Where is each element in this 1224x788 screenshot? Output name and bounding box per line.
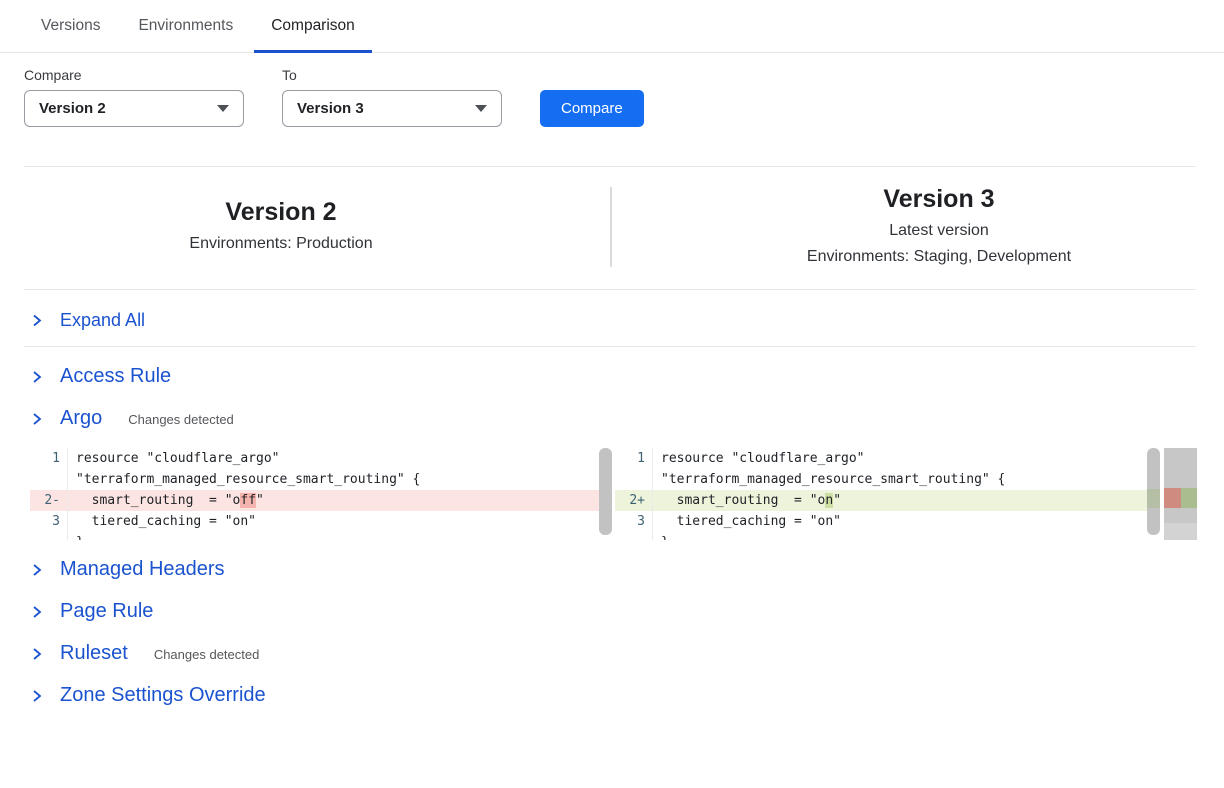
section-label: Ruleset	[60, 641, 128, 666]
chevron-right-icon	[30, 370, 43, 384]
compare-form: Compare Version 2 To Version 3 Compare	[24, 67, 1224, 127]
compare-to-field: To Version 3	[282, 67, 502, 127]
ruler-removed-marker	[1164, 488, 1181, 508]
section-label: Argo	[60, 406, 102, 431]
section-badge: Changes detected	[154, 647, 260, 662]
compare-label: Compare	[24, 67, 244, 83]
compare-from-value: Version 2	[39, 100, 106, 117]
version-right-header: Version 3 Latest version Environments: S…	[612, 184, 1196, 270]
section-managed-headers[interactable]: Managed Headers	[30, 557, 1224, 582]
diff-line-wrap: "terraform_managed_resource_smart_routin…	[615, 469, 1160, 490]
diff-overview-ruler[interactable]	[1164, 448, 1197, 540]
section-badge: Changes detected	[128, 412, 234, 427]
line-number	[30, 532, 68, 540]
right-scrollbar[interactable]	[1147, 448, 1160, 535]
right-version-latest-label: Latest version	[682, 218, 1196, 244]
chevron-right-icon	[30, 412, 43, 426]
line-number: 3	[30, 511, 68, 532]
right-version-environments: Environments: Staging, Development	[682, 244, 1196, 270]
chevron-right-icon	[30, 647, 43, 661]
version-header-row: Version 2 Environments: Production Versi…	[0, 167, 1224, 289]
diff-line: 3 tiered_caching = "on"	[615, 511, 1160, 532]
line-number	[615, 469, 653, 490]
left-scrollbar[interactable]	[599, 448, 612, 535]
tab-versions[interactable]: Versions	[41, 0, 100, 52]
chevron-right-icon	[30, 314, 43, 327]
section-ruleset[interactable]: Ruleset Changes detected	[30, 641, 1224, 666]
diff-line: 1 resource "cloudflare_argo"	[30, 448, 612, 469]
diff-line: 3 tiered_caching = "on"	[30, 511, 612, 532]
line-number: 1	[30, 448, 68, 469]
compare-from-field: Compare Version 2	[24, 67, 244, 127]
expand-all-label: Expand All	[60, 310, 145, 331]
section-label: Managed Headers	[60, 557, 225, 582]
line-number: 2-	[30, 490, 68, 511]
divider	[24, 346, 1196, 347]
divider	[24, 289, 1196, 290]
diff-line-removed: 2- smart_routing = "off"	[30, 490, 612, 511]
right-version-title: Version 3	[682, 184, 1196, 214]
removed-char-highlight: ff	[240, 493, 256, 508]
section-page-rule[interactable]: Page Rule	[30, 599, 1224, 624]
line-number: 2+	[615, 490, 653, 511]
tab-comparison[interactable]: Comparison	[271, 0, 355, 52]
diff-line-wrap: "terraform_managed_resource_smart_routin…	[30, 469, 612, 490]
section-zone-settings-override[interactable]: Zone Settings Override	[30, 683, 1224, 708]
line-number	[615, 532, 653, 540]
code-text: "terraform_managed_resource_smart_routin…	[68, 469, 612, 490]
compare-button[interactable]: Compare	[540, 90, 644, 127]
chevron-down-icon	[217, 105, 229, 112]
section-argo[interactable]: Argo Changes detected	[30, 406, 1224, 431]
chevron-right-icon	[30, 605, 43, 619]
code-text: tiered_caching = "on"	[68, 511, 612, 532]
ruler-bottom-segment	[1164, 523, 1197, 540]
tab-environments[interactable]: Environments	[138, 0, 233, 52]
diff-line: 1 resource "cloudflare_argo"	[615, 448, 1160, 469]
argo-diff: 1 resource "cloudflare_argo" "terraform_…	[30, 448, 1197, 540]
ruler-added-marker	[1181, 488, 1198, 508]
section-label: Access Rule	[60, 364, 171, 389]
chevron-down-icon	[475, 105, 487, 112]
section-label: Page Rule	[60, 599, 153, 624]
compare-to-select[interactable]: Version 3	[282, 90, 502, 127]
diff-line: }	[30, 532, 612, 540]
code-text: smart_routing = "off"	[68, 490, 612, 511]
left-version-title: Version 2	[24, 197, 538, 227]
code-text: smart_routing = "on"	[653, 490, 1160, 511]
chevron-right-icon	[30, 689, 43, 703]
scrollbar-change-marker	[1147, 489, 1160, 508]
line-number: 3	[615, 511, 653, 532]
tab-bar: Versions Environments Comparison	[0, 0, 1224, 53]
chevron-right-icon	[30, 563, 43, 577]
diff-line-added: 2+ smart_routing = "on"	[615, 490, 1160, 511]
section-access-rule[interactable]: Access Rule	[30, 364, 1224, 389]
line-number	[30, 469, 68, 490]
code-text: }	[68, 532, 612, 540]
compare-to-value: Version 3	[297, 100, 364, 117]
left-version-environments: Environments: Production	[24, 231, 538, 257]
diff-left-pane: 1 resource "cloudflare_argo" "terraform_…	[30, 448, 612, 540]
code-text: "terraform_managed_resource_smart_routin…	[653, 469, 1160, 490]
diff-line: }	[615, 532, 1160, 540]
code-text: resource "cloudflare_argo"	[653, 448, 1160, 469]
to-label: To	[282, 67, 502, 83]
code-text: tiered_caching = "on"	[653, 511, 1160, 532]
compare-from-select[interactable]: Version 2	[24, 90, 244, 127]
code-text: }	[653, 532, 1160, 540]
diff-right-code: 1 resource "cloudflare_argo" "terraform_…	[615, 448, 1160, 540]
section-label: Zone Settings Override	[60, 683, 266, 708]
code-text: resource "cloudflare_argo"	[68, 448, 612, 469]
version-left-header: Version 2 Environments: Production	[24, 197, 610, 257]
diff-right-pane: 1 resource "cloudflare_argo" "terraform_…	[615, 448, 1197, 540]
line-number: 1	[615, 448, 653, 469]
expand-all-button[interactable]: Expand All	[30, 310, 1224, 331]
